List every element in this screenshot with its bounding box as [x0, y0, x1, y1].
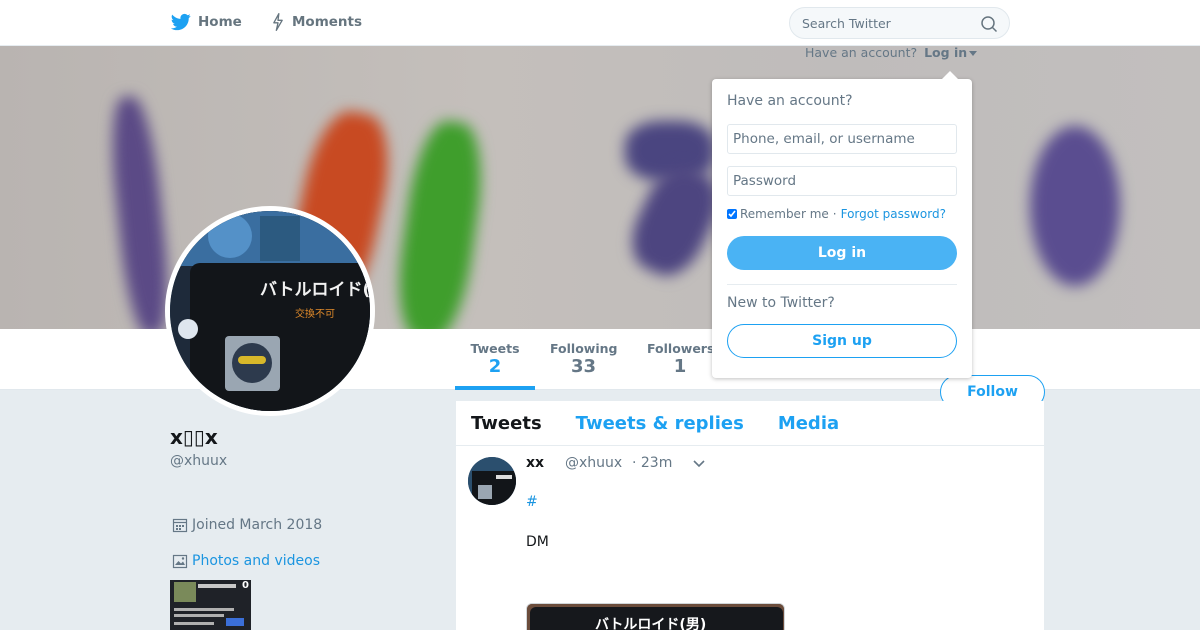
tab-tweets-replies[interactable]: Tweets & replies — [576, 413, 744, 434]
tweet-media-text: バトルロイド(男) — [595, 617, 707, 630]
active-stat-underline — [455, 386, 535, 390]
photo-icon — [172, 554, 188, 569]
remember-me-label[interactable]: Remember me — [740, 207, 829, 221]
nav-home-link[interactable]: Home — [170, 12, 242, 32]
login-prompt-bar: Have an account? Log in — [805, 45, 978, 60]
dropdown-heading: Have an account? — [727, 93, 853, 109]
have-account-text: Have an account? — [805, 45, 918, 60]
lightning-icon — [273, 13, 283, 32]
tab-tweets[interactable]: Tweets — [471, 413, 542, 434]
search-input[interactable] — [790, 8, 970, 38]
tweet-author-name[interactable]: xx — [526, 455, 544, 471]
twitter-bird-icon — [170, 13, 191, 31]
timeline-tabs: Tweets Tweets & replies Media — [456, 401, 1044, 446]
new-to-twitter-text: New to Twitter? — [727, 295, 835, 311]
profile-avatar[interactable]: バトルロイド(男 交換不可 — [165, 206, 375, 416]
login-toggle-label: Log in — [924, 45, 968, 60]
remember-row: Remember me · Forgot password? — [727, 207, 946, 221]
thumbnail-badge: 0 — [242, 580, 249, 591]
remember-me-checkbox[interactable] — [727, 209, 737, 219]
login-dropdown-toggle[interactable]: Log in — [924, 45, 978, 60]
profile-handle[interactable]: @xhuux — [170, 453, 227, 469]
stat-label: Followers — [647, 341, 715, 356]
tweet-text: DM — [526, 534, 549, 550]
tweet-avatar[interactable] — [468, 457, 516, 505]
profile-name: x▯▯x — [170, 425, 218, 449]
login-button[interactable]: Log in — [727, 236, 957, 270]
tweet-timestamp[interactable]: · 23m — [632, 455, 672, 471]
media-thumbnail[interactable]: 0 — [170, 580, 251, 630]
stat-value: 33 — [570, 356, 597, 377]
photos-videos-link[interactable]: Photos and videos — [172, 553, 320, 569]
calendar-icon — [172, 518, 188, 533]
top-nav: Home Moments — [0, 0, 1200, 46]
separator-dot: · — [832, 207, 837, 221]
avatar-text-line1: バトルロイド(男 — [260, 280, 370, 300]
stat-label: Following — [550, 341, 618, 356]
stat-value: 1 — [673, 356, 687, 377]
dropdown-divider — [727, 284, 957, 285]
tweet-media[interactable]: バトルロイド(男) — [526, 603, 785, 630]
username-field[interactable] — [727, 124, 957, 154]
stat-label: Tweets — [470, 341, 520, 356]
search-box — [789, 7, 1010, 39]
stat-followers[interactable]: Followers 1 — [647, 341, 715, 378]
caret-down-icon — [969, 51, 978, 56]
tweet-hashtag[interactable]: # — [526, 494, 538, 510]
joined-date: Joined March 2018 — [172, 517, 322, 533]
signup-button[interactable]: Sign up — [727, 324, 957, 358]
tweet-avatar-picture — [468, 457, 516, 505]
nav-moments-label: Moments — [292, 14, 363, 30]
tweet-author-handle[interactable]: @xhuux — [565, 455, 622, 471]
stat-following[interactable]: Following 33 — [550, 341, 617, 378]
stat-tweets[interactable]: Tweets 2 — [470, 341, 520, 378]
nav-moments-link[interactable]: Moments — [270, 12, 362, 32]
forgot-password-link[interactable]: Forgot password? — [841, 207, 946, 221]
nav-home-label: Home — [198, 14, 242, 30]
tab-media[interactable]: Media — [778, 413, 839, 434]
timeline: Tweets Tweets & replies Media xx @xhuux … — [456, 401, 1044, 630]
avatar-text-line2: 交換不可 — [295, 307, 335, 320]
thumbnail-picture — [170, 580, 251, 630]
photos-videos-label: Photos and videos — [192, 553, 321, 569]
stat-value: 2 — [488, 356, 502, 377]
login-dropdown: Have an account? Remember me · Forgot pa… — [712, 71, 972, 378]
avatar-picture: バトルロイド(男 交換不可 — [170, 211, 370, 411]
joined-text: Joined March 2018 — [192, 517, 323, 533]
search-icon[interactable] — [980, 15, 998, 33]
password-field[interactable] — [727, 166, 957, 196]
avatar-image: バトルロイド(男 交換不可 — [170, 211, 370, 411]
chevron-down-icon[interactable] — [692, 458, 706, 470]
